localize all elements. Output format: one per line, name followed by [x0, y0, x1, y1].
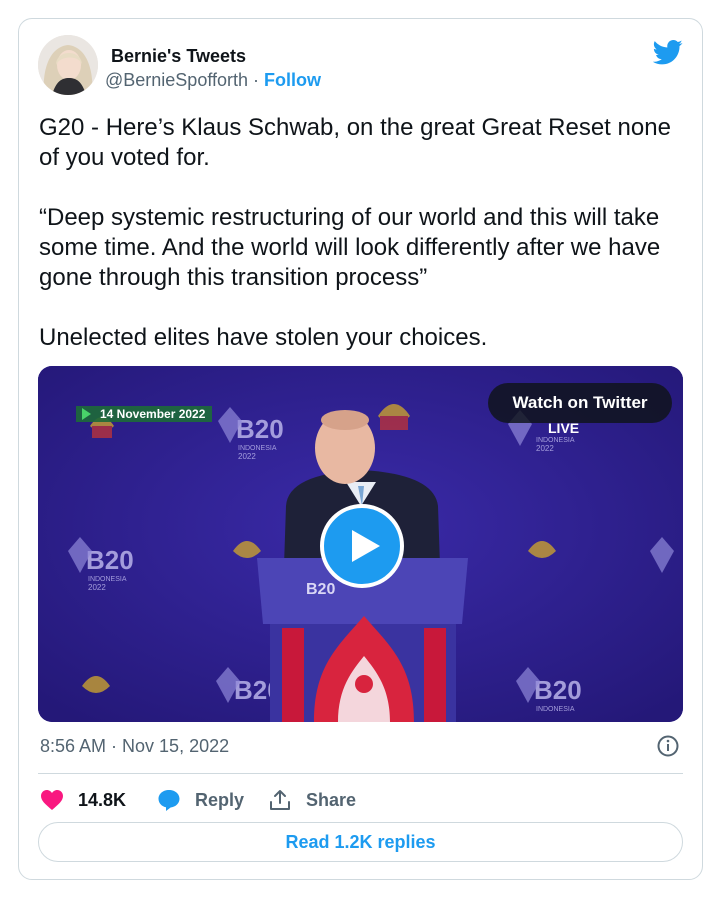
tweet-timestamp[interactable]: 8:56 AM · Nov 15, 2022 [40, 736, 229, 757]
like-action[interactable]: 14.8K [40, 786, 126, 814]
divider [38, 773, 683, 774]
tweet-paragraph: Unelected elites have stolen your choice… [39, 324, 488, 351]
watch-on-twitter-button[interactable]: Watch on Twitter [488, 383, 672, 423]
info-icon[interactable] [656, 734, 680, 758]
tweet-text: G20 - Here’s Klaus Schwab, on the great … [39, 113, 689, 383]
play-button[interactable] [320, 504, 404, 588]
author-handle[interactable]: @BernieSpofforth [105, 70, 248, 90]
backdrop-year: 2022 [536, 444, 554, 453]
handle-separator: · [248, 70, 265, 90]
backdrop-sub: INDONESIA [536, 437, 575, 444]
avatar-image [38, 35, 98, 95]
backdrop-sub: INDONESIA [536, 706, 575, 713]
share-action[interactable]: Share [268, 786, 356, 814]
tweet-paragraph: “Deep systemic restructuring of our worl… [39, 204, 661, 291]
avatar[interactable] [38, 35, 98, 95]
backdrop-logo: B20 [534, 675, 582, 705]
author-display-name[interactable]: Bernie's Tweets [111, 46, 246, 67]
backdrop-year: 2022 [88, 583, 106, 592]
backdrop-year: 2022 [238, 452, 256, 461]
read-replies-button[interactable]: Read 1.2K replies [38, 822, 683, 862]
play-icon [352, 530, 380, 562]
backdrop-sub: INDONESIA [238, 445, 277, 452]
follow-link[interactable]: Follow [264, 70, 321, 90]
like-count: 14.8K [78, 789, 127, 810]
author-handle-row: @BernieSpofforth · Follow [105, 70, 321, 91]
reply-bubble-icon [158, 790, 180, 811]
twitter-bird-icon[interactable] [653, 40, 683, 65]
video-date-badge: 14 November 2022 [100, 407, 206, 421]
reply-label: Reply [195, 789, 245, 810]
share-icon [270, 790, 290, 810]
tweet-paragraph: G20 - Here’s Klaus Schwab, on the great … [39, 114, 671, 171]
backdrop-sub: INDONESIA [88, 576, 127, 583]
reply-action[interactable]: Reply [157, 786, 244, 814]
heart-icon [41, 790, 63, 810]
share-label: Share [306, 789, 357, 810]
backdrop-logo: B20 [236, 414, 284, 444]
backdrop-logo: B20 [86, 545, 134, 575]
